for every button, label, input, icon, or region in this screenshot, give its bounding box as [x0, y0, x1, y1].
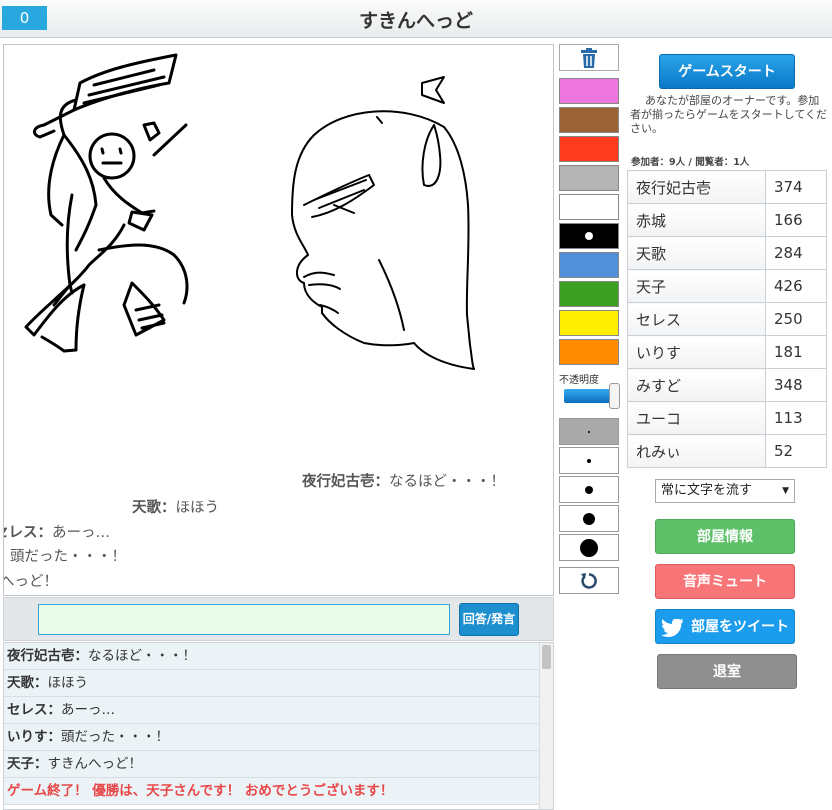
score-row: いりす 181 — [627, 335, 827, 369]
score-row: ユーコ 113 — [627, 401, 827, 435]
page-title: すきんへっど — [358, 10, 473, 32]
answer-submit-button[interactable]: 回答/発言 — [459, 603, 519, 636]
leave-room-button[interactable]: 退室 — [657, 654, 797, 689]
brush-size-1[interactable] — [559, 418, 619, 445]
color-swatch[interactable] — [559, 252, 619, 278]
score-row: 赤城 166 — [627, 203, 827, 237]
color-swatch[interactable] — [559, 107, 619, 133]
player-score: 52 — [765, 434, 827, 468]
brush-size-5[interactable] — [559, 534, 619, 561]
drawing-strokes — [24, 53, 475, 370]
undo-button[interactable] — [559, 567, 619, 594]
drawing-canvas[interactable]: 夜行妃古壱：なるほど・・・！ 天歌：ほほう セレス：あーっ… 頭だった・・・！ … — [3, 44, 554, 596]
player-name: 天子 — [627, 269, 766, 303]
brush-dot — [580, 538, 598, 557]
color-swatch[interactable] — [559, 310, 619, 336]
twitter-bird-icon — [661, 618, 683, 637]
tweet-button-label: 部屋をツイート — [691, 619, 789, 635]
player-name: ユーコ — [627, 401, 766, 435]
flow-message: へっど！ — [3, 574, 58, 590]
player-score: 348 — [765, 368, 827, 402]
player-score: 113 — [765, 401, 827, 435]
player-name: セレス — [627, 302, 766, 336]
brush-dot — [587, 458, 591, 463]
player-score: 374 — [765, 170, 827, 204]
color-swatch[interactable] — [559, 194, 619, 220]
tweet-button[interactable]: 部屋をツイート — [655, 609, 795, 644]
score-row: れみぃ 52 — [627, 434, 827, 468]
player-name: 赤城 — [627, 203, 766, 237]
answer-input[interactable] — [38, 604, 450, 635]
score-table: 夜行妃古壱 374 赤城 166 天歌 284 天子 426 セレス 250 いりす 181 みすど 34… — [627, 170, 827, 468]
color-swatch[interactable] — [559, 165, 619, 191]
player-score: 426 — [765, 269, 827, 303]
opacity-label: 不透明度 — [559, 375, 599, 386]
selected-color-marker — [585, 232, 593, 240]
answer-bar: 回答/発言 — [3, 597, 554, 641]
player-name: 天歌 — [627, 236, 766, 270]
score-row: セレス 250 — [627, 302, 827, 336]
chat-row: いりす：頭だった・・・！ — [4, 724, 540, 751]
player-score: 166 — [765, 203, 827, 237]
score-row: 天子 426 — [627, 269, 827, 303]
header-bar: 0 すきんへっど — [0, 0, 832, 38]
chat-row: 天歌：ほほう — [4, 670, 540, 697]
brush-dot — [583, 512, 595, 525]
brush-dot — [585, 485, 593, 494]
player-name: みすど — [627, 368, 766, 402]
player-score: 284 — [765, 236, 827, 270]
brush-size-4[interactable] — [559, 505, 619, 532]
player-name: れみぃ — [627, 434, 766, 468]
chat-system-message: ゲーム終了！ 優勝は、天子さんです！ おめでとうございます！ — [4, 778, 540, 805]
color-swatch[interactable] — [559, 78, 619, 104]
chat-row: 天子：すきんへっど！ — [4, 751, 540, 778]
chat-scroll-thumb[interactable] — [542, 645, 551, 669]
flow-message: 夜行妃古壱：なるほど・・・！ — [302, 474, 505, 490]
player-score: 181 — [765, 335, 827, 369]
owner-note: あなたが部屋のオーナーです。参加者が揃ったらゲームをスタートしてください。 — [630, 94, 828, 135]
color-swatch[interactable] — [559, 136, 619, 162]
flow-message: 頭だった・・・！ — [10, 549, 126, 565]
score-row: 夜行妃古壱 374 — [627, 170, 827, 204]
mute-button[interactable]: 音声ミュート — [655, 564, 795, 599]
text-flow-select[interactable]: 常に文字を流す ▼ — [655, 479, 795, 503]
flow-message: セレス：あーっ… — [4, 525, 110, 541]
room-info-button[interactable]: 部屋情報 — [655, 519, 795, 554]
chat-row: 夜行妃古壱：なるほど・・・！ — [4, 643, 540, 670]
player-name: 夜行妃古壱 — [627, 170, 766, 204]
chat-log[interactable]: 夜行妃古壱：なるほど・・・！ 天歌：ほほう セレス：あーっ… いりす：頭だった・… — [3, 642, 554, 810]
brush-size-2[interactable] — [559, 447, 619, 474]
player-name: いりす — [627, 335, 766, 369]
player-score: 250 — [765, 302, 827, 336]
game-start-button[interactable]: ゲームスタート — [659, 54, 795, 89]
score-row: 天歌 284 — [627, 236, 827, 270]
brush-dot — [588, 430, 590, 433]
color-swatch[interactable] — [559, 339, 619, 365]
text-flow-select-value: 常に文字を流す — [661, 483, 753, 498]
undo-icon — [581, 572, 597, 589]
color-swatch[interactable] — [559, 223, 619, 249]
color-swatch[interactable] — [559, 281, 619, 307]
chevron-down-icon: ▼ — [782, 486, 789, 496]
brush-size-3[interactable] — [559, 476, 619, 503]
participant-count: 参加者：9人 / 閲覧者：1人 — [631, 157, 750, 168]
chat-row: セレス：あーっ… — [4, 697, 540, 724]
score-row: みすど 348 — [627, 368, 827, 402]
clear-canvas-button[interactable] — [559, 44, 619, 71]
opacity-slider-knob[interactable] — [609, 383, 620, 409]
trash-icon — [581, 47, 597, 68]
flow-message: 天歌：ほほう — [132, 500, 219, 516]
chat-scrollbar[interactable] — [539, 643, 553, 809]
